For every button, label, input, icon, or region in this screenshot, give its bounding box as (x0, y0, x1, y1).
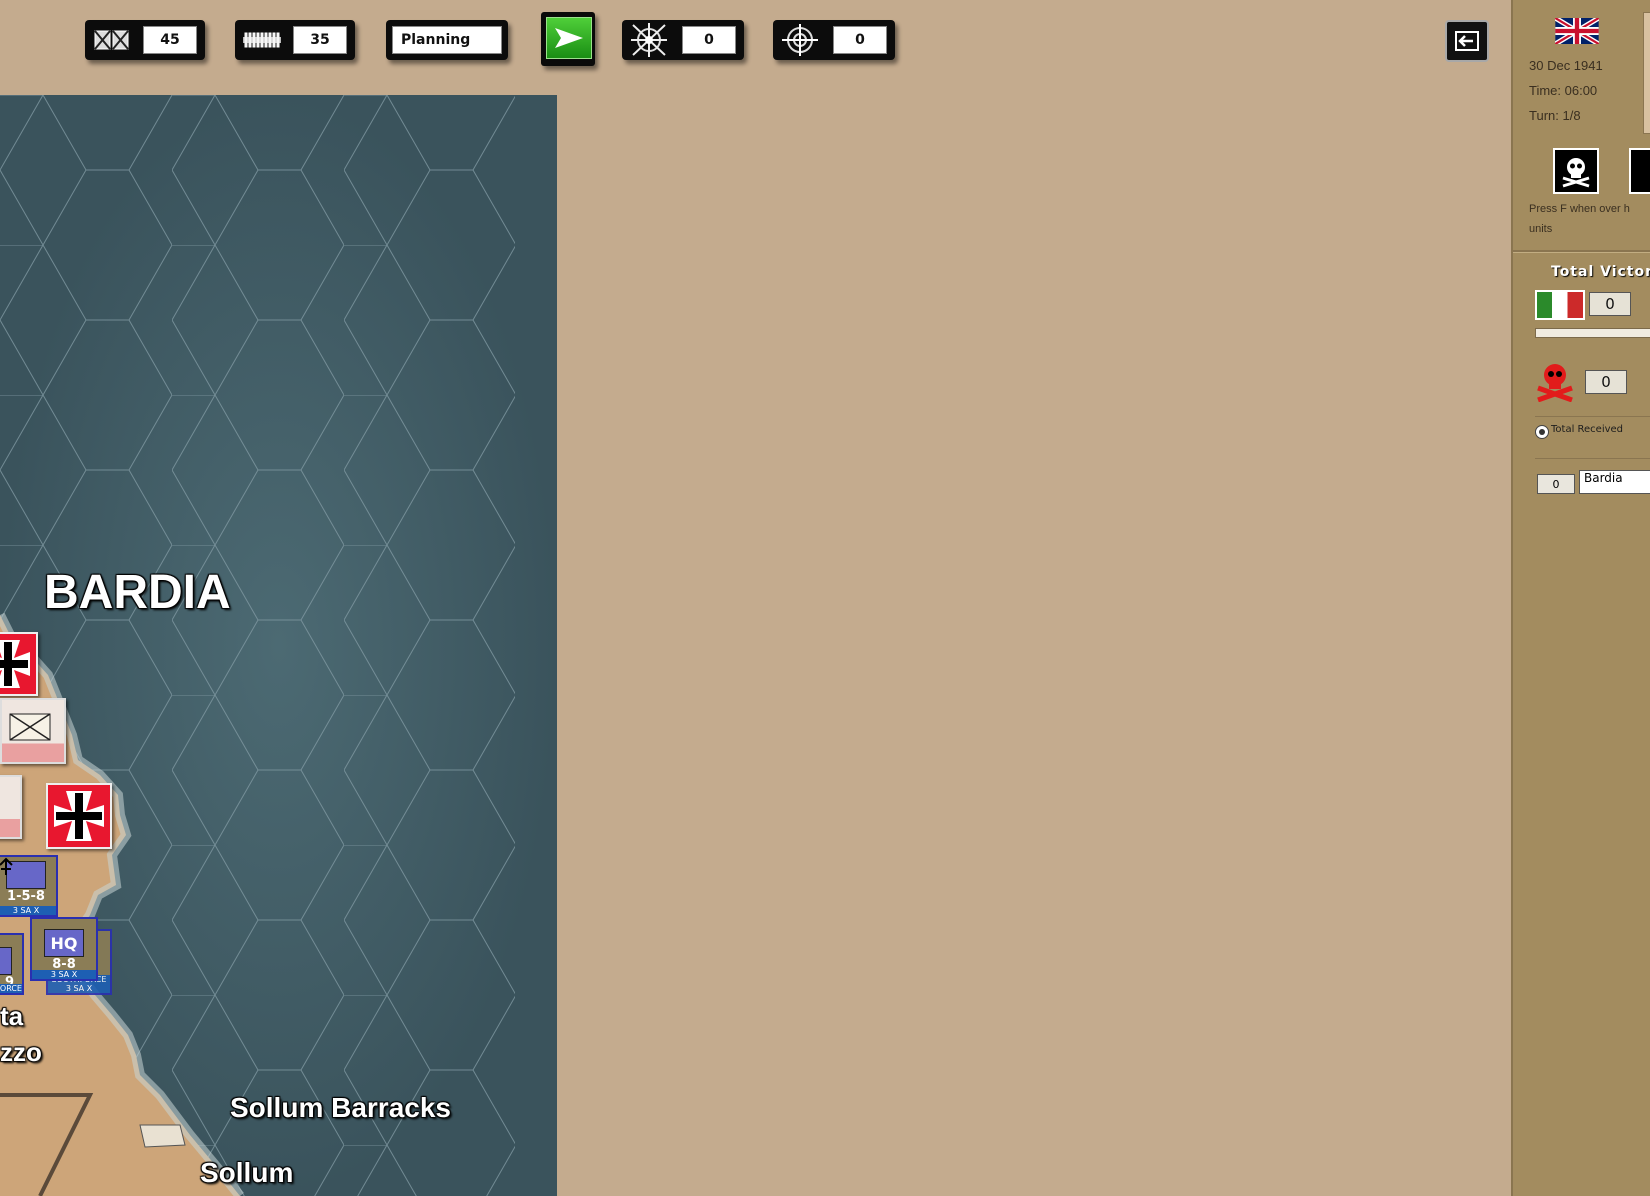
supply-crate-icon (91, 26, 133, 54)
filter-button[interactable] (1629, 148, 1650, 194)
german-unit-counter[interactable] (46, 783, 112, 849)
ammo-belt-icon (241, 26, 283, 54)
recon-symbol-icon (0, 947, 12, 975)
uk-flag-icon (1554, 15, 1600, 47)
map-label-partial-ta: ta (0, 1001, 24, 1031)
allied-hq-unit[interactable]: HQ 8-8 3 SA X (30, 917, 98, 981)
crosshair-icon (779, 24, 821, 56)
supply-counter: 45 (85, 20, 205, 60)
german-unit-counter[interactable] (0, 632, 38, 696)
exit-icon (1455, 31, 1479, 51)
map-label-bardia: BARDIA (44, 566, 231, 619)
target-a-value: 0 (682, 26, 736, 54)
exit-button[interactable] (1445, 20, 1489, 62)
turn-label: Turn: 1/8 (1529, 108, 1581, 123)
axis-flag-icon (1535, 290, 1585, 320)
ammo-value: 35 (293, 26, 347, 54)
unit-formation: ORCE (0, 984, 22, 993)
date-label: 30 Dec 1941 (1529, 58, 1603, 73)
next-phase-button[interactable] (541, 12, 595, 66)
map-label-sollum: Sollum (200, 1157, 294, 1188)
unit-formation: 3 SA X (32, 970, 96, 979)
hint-line-2: units (1529, 223, 1553, 235)
attack-counter: 0 (773, 20, 895, 60)
axis-victory-value: 0 (1589, 292, 1631, 316)
map-label-partial-zzo: zzo (0, 1037, 42, 1067)
casualties-value: 0 (1585, 370, 1627, 394)
minimap[interactable] (1643, 12, 1650, 134)
allied-infantry-unit[interactable]: 1-5-8 3 SA X (0, 855, 58, 917)
total-received-label: Total Received (1551, 424, 1624, 435)
location-name-field[interactable]: Bardia (1579, 470, 1650, 494)
ammo-counter: 35 (235, 20, 355, 60)
map-terrain (0, 95, 557, 1196)
infantry-symbol-icon (9, 713, 51, 741)
red-skull-icon (1533, 358, 1577, 403)
stack-sub-formation: 3 SA X (48, 984, 110, 993)
victory-title: Total Victory (1551, 264, 1650, 280)
phase-label: Planning (392, 26, 502, 54)
skull-icon (1562, 158, 1590, 188)
time-label: Time: 06:00 (1529, 83, 1598, 98)
axis-infantry-counter[interactable] (0, 775, 22, 839)
bombardment-counter: 0 (622, 20, 744, 60)
unit-formation: 3 SA X (0, 906, 56, 915)
arrow-right-icon (546, 17, 592, 59)
unit-strength: 1-5-8 (7, 889, 45, 904)
skull-button[interactable] (1553, 148, 1599, 194)
divider (1513, 250, 1650, 253)
victory-progress-bar (1535, 328, 1650, 338)
allied-partial-unit[interactable]: 9 ORCE (0, 933, 24, 995)
axis-infantry-counter[interactable] (0, 698, 66, 764)
crosshair-burst-icon (628, 23, 670, 57)
iron-cross-icon (0, 640, 30, 688)
target-b-value: 0 (833, 26, 887, 54)
hq-symbol: HQ (44, 929, 84, 957)
supply-value: 45 (143, 26, 197, 54)
side-panel: 30 Dec 1941 Time: 06:00 Turn: 1/8 Press … (1511, 0, 1650, 1196)
hint-line-1: Press F when over h (1529, 203, 1630, 215)
hex-map[interactable]: BARDIA Sollum Barracks Sollum ta zzo 1-5… (0, 95, 557, 1196)
map-label-sollum-barracks: Sollum Barracks (230, 1092, 451, 1123)
infantry-para-icon (0, 857, 46, 889)
phase-indicator: Planning (386, 20, 508, 60)
divider (1535, 458, 1650, 459)
iron-cross-icon (54, 791, 104, 841)
divider (1535, 416, 1650, 417)
location-value: 0 (1537, 474, 1575, 494)
total-received-radio[interactable] (1535, 425, 1549, 439)
